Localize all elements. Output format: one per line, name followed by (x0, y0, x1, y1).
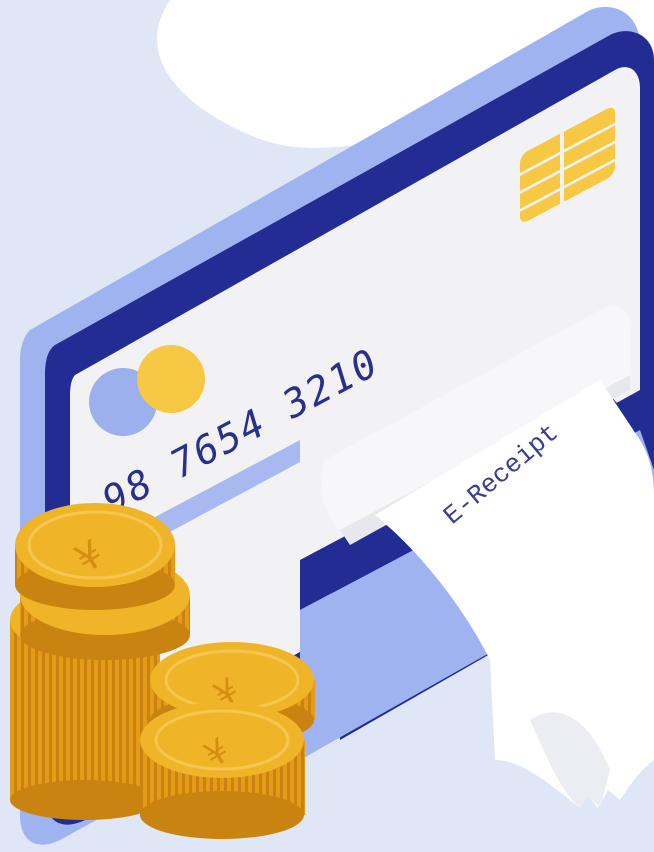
card-logo-yellow-icon (137, 345, 205, 413)
payment-illustration: 98 7654 3210 E-Receipt ¥ ¥ ¥ (0, 0, 654, 852)
illustration-scene: 98 7654 3210 E-Receipt ¥ ¥ ¥ (0, 0, 654, 852)
coin-stack-right: ¥ ¥ (140, 642, 315, 839)
